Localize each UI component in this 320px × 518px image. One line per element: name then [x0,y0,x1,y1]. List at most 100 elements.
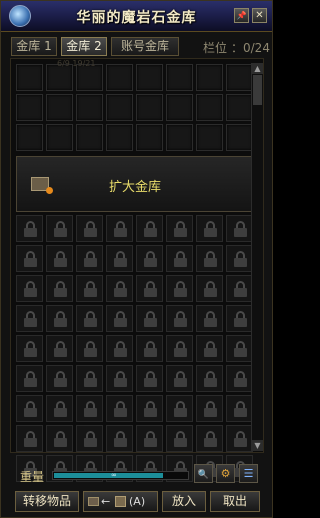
transfer-items-button[interactable]: 转移物品 [15,491,79,512]
item-slot[interactable] [196,94,223,121]
locked-slot[interactable] [46,395,73,422]
locked-slot[interactable] [46,245,73,272]
locked-slot[interactable] [106,245,133,272]
locked-slot[interactable] [196,425,223,452]
locked-slot[interactable] [136,395,163,422]
locked-slot[interactable] [16,215,43,242]
list-view-button[interactable]: ☰ [239,464,258,483]
locked-slot[interactable] [196,365,223,392]
item-slot[interactable] [196,64,223,91]
locked-slot[interactable] [136,335,163,362]
locked-slot[interactable] [166,425,193,452]
locked-slot[interactable] [226,365,253,392]
locked-slot[interactable] [76,335,103,362]
locked-slot[interactable] [226,215,253,242]
locked-slot[interactable] [16,395,43,422]
locked-slot[interactable] [196,395,223,422]
locked-slot[interactable] [226,425,253,452]
locked-slot[interactable] [226,275,253,302]
locked-slot[interactable] [76,275,103,302]
locked-slot[interactable] [106,215,133,242]
item-slot[interactable] [106,64,133,91]
locked-slot[interactable] [166,395,193,422]
locked-slot[interactable] [196,305,223,332]
item-slot[interactable] [226,94,253,121]
item-slot[interactable] [166,64,193,91]
settings-button[interactable]: ⚙ [216,464,235,483]
locked-slot[interactable] [196,275,223,302]
scroll-up-icon[interactable]: ▲ [252,63,263,74]
item-slot[interactable] [106,94,133,121]
item-slot[interactable] [16,64,43,91]
item-slot[interactable] [136,124,163,151]
locked-slot[interactable] [46,305,73,332]
locked-slot[interactable] [76,215,103,242]
scroll-down-icon[interactable]: ▼ [252,440,263,451]
item-slot[interactable] [16,124,43,151]
item-slot[interactable] [136,94,163,121]
title-bar[interactable]: 华丽的魔岩石金库 📌 ✕ [1,1,272,32]
item-slot[interactable] [226,64,253,91]
grid-scrollbar[interactable]: ▲ ▼ [251,63,263,451]
item-slot[interactable] [226,124,253,151]
locked-slot[interactable] [16,275,43,302]
locked-slot[interactable] [226,335,253,362]
locked-slot[interactable] [136,425,163,452]
pin-button[interactable]: 📌 [234,8,249,23]
item-slot[interactable] [46,94,73,121]
locked-slot[interactable] [46,365,73,392]
locked-slot[interactable] [16,425,43,452]
item-slot[interactable] [166,124,193,151]
locked-slot[interactable] [46,275,73,302]
item-slot[interactable] [46,64,73,91]
locked-slot[interactable] [226,245,253,272]
locked-slot[interactable] [166,245,193,272]
item-slot[interactable] [166,94,193,121]
search-button[interactable]: 🔍 [194,464,213,483]
take-out-button[interactable]: 取出 [210,491,260,512]
locked-slot[interactable] [46,215,73,242]
item-slot[interactable] [76,124,103,151]
expand-bank-button[interactable]: 扩大金库 [16,156,254,212]
locked-slot[interactable] [226,305,253,332]
locked-slot[interactable] [166,305,193,332]
locked-slot[interactable] [166,215,193,242]
item-slot[interactable] [76,94,103,121]
locked-slot[interactable] [76,365,103,392]
locked-slot[interactable] [106,425,133,452]
locked-slot[interactable] [136,305,163,332]
locked-slot[interactable] [136,275,163,302]
locked-slot[interactable] [136,245,163,272]
locked-slot[interactable] [46,335,73,362]
auto-store-button[interactable]: ← (A) [83,491,158,512]
locked-slot[interactable] [16,305,43,332]
locked-slot[interactable] [106,305,133,332]
tab-bank-1[interactable]: 金库 1 [11,37,57,56]
put-in-button[interactable]: 放入 [162,491,206,512]
locked-slot[interactable] [46,425,73,452]
close-button[interactable]: ✕ [252,8,267,23]
item-slot[interactable] [136,64,163,91]
locked-slot[interactable] [76,395,103,422]
scroll-thumb[interactable] [253,75,262,105]
tab-account-bank[interactable]: 账号金库 [111,37,179,56]
locked-slot[interactable] [76,245,103,272]
locked-slot[interactable] [16,335,43,362]
locked-slot[interactable] [16,245,43,272]
item-slot[interactable] [106,124,133,151]
locked-slot[interactable] [196,215,223,242]
item-slot[interactable] [76,64,103,91]
locked-slot[interactable] [106,395,133,422]
tab-bank-2[interactable]: 金库 2 [61,37,107,56]
locked-slot[interactable] [166,275,193,302]
locked-slot[interactable] [106,335,133,362]
locked-slot[interactable] [106,275,133,302]
item-slot[interactable] [16,94,43,121]
locked-slot[interactable] [226,395,253,422]
locked-slot[interactable] [136,365,163,392]
locked-slot[interactable] [166,335,193,362]
locked-slot[interactable] [166,365,193,392]
item-slot[interactable] [46,124,73,151]
locked-slot[interactable] [136,215,163,242]
locked-slot[interactable] [76,305,103,332]
